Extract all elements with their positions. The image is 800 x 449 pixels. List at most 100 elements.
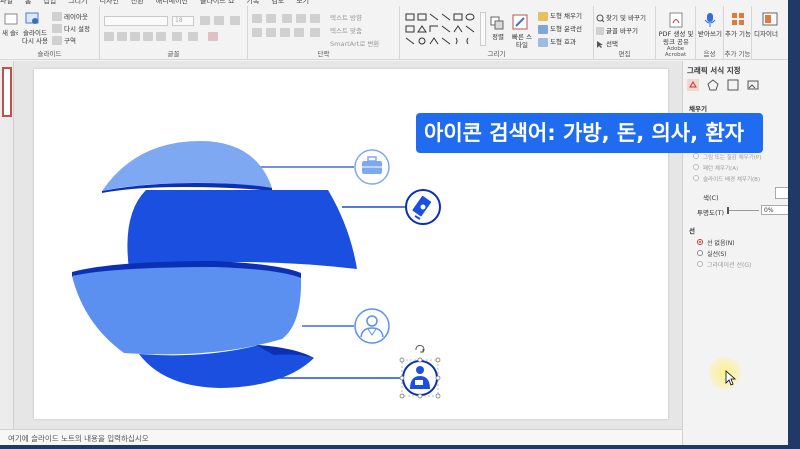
fill-option-pattern-radio[interactable]	[693, 164, 699, 170]
dictate-label[interactable]: 받아쓰기	[696, 30, 724, 38]
shape-outline-icon[interactable]	[538, 25, 548, 34]
doctor-icon[interactable]	[354, 308, 390, 344]
shapes-scroll[interactable]	[480, 12, 486, 46]
bold-icon[interactable]	[104, 32, 114, 41]
menu-tab[interactable]: 보기	[296, 0, 309, 5]
quick-styles-icon[interactable]	[512, 14, 528, 30]
arrange-label[interactable]: 정렬	[492, 33, 504, 41]
create-pdf-label[interactable]: PDF 생성 및 링크 공유	[656, 30, 696, 46]
fill-option-pattern[interactable]: 패턴 채우기(A)	[703, 164, 738, 172]
line-none-radio[interactable]	[697, 239, 703, 245]
fill-option-background-radio[interactable]	[693, 175, 699, 181]
notes-placeholder[interactable]: 여기에 슬라이드 노트의 내용을 입력하십시오	[8, 433, 149, 444]
align-text-button[interactable]: 텍스트 맞춤	[330, 27, 362, 35]
reset-label[interactable]: 다시 설정	[64, 25, 90, 33]
menu-tab[interactable]: 그리기	[68, 0, 87, 5]
columns-icon[interactable]	[310, 28, 320, 37]
line-spacing-icon[interactable]	[310, 14, 320, 23]
align-center-icon[interactable]	[266, 28, 276, 37]
align-right-icon[interactable]	[280, 28, 290, 37]
increase-indent-icon[interactable]	[296, 14, 306, 23]
decrease-indent-icon[interactable]	[282, 14, 292, 23]
new-slide-label[interactable]: 새 슬라이드	[2, 29, 18, 37]
grow-font-icon[interactable]	[200, 16, 210, 25]
menu-tab[interactable]: 검토	[271, 0, 284, 5]
menu-tab[interactable]: 기록	[246, 0, 259, 5]
menu-tab[interactable]: 홈	[25, 0, 31, 5]
menu-tab[interactable]: 애니메이션	[156, 0, 188, 5]
numbering-icon[interactable]	[266, 14, 276, 23]
shape-fill-icon[interactable]	[538, 12, 548, 21]
line-section-header[interactable]: 선	[689, 225, 695, 235]
fill-option-background[interactable]: 슬라이드 배경 채우기(B)	[703, 175, 760, 183]
font-color-icon[interactable]	[208, 32, 218, 41]
section-icon[interactable]	[52, 36, 62, 45]
font-name-combo[interactable]	[104, 16, 168, 26]
color-picker-button[interactable]	[775, 187, 788, 199]
shape-effects-icon[interactable]	[538, 38, 548, 47]
transparency-slider-thumb[interactable]	[727, 207, 729, 214]
line-gradient-label[interactable]: 그라데이션 선(G)	[707, 260, 751, 269]
menu-tab[interactable]: 디자인	[100, 0, 119, 5]
arrange-icon[interactable]	[490, 16, 504, 30]
italic-icon[interactable]	[117, 32, 127, 41]
clear-format-icon[interactable]	[230, 16, 240, 25]
text-direction-button[interactable]: 텍스트 방향	[330, 14, 362, 22]
menu-tab[interactable]: 슬라이드 쇼	[200, 0, 234, 5]
size-position-icon[interactable]	[727, 79, 739, 91]
transparency-slider[interactable]	[729, 210, 759, 211]
strike-icon[interactable]	[143, 32, 153, 41]
shrink-font-icon[interactable]	[214, 16, 224, 25]
designer-label[interactable]: 디자이너	[754, 30, 778, 38]
section-label[interactable]: 구역	[64, 37, 76, 45]
quick-styles-label[interactable]: 빠른 스타일	[510, 33, 534, 49]
smartart-button[interactable]: SmartArt로 변환	[330, 40, 379, 48]
bullets-icon[interactable]	[252, 14, 262, 23]
transparency-input[interactable]: 0%	[761, 205, 788, 215]
find-icon[interactable]	[596, 14, 605, 23]
shape-fill-label[interactable]: 도형 채우기	[550, 12, 582, 20]
align-left-icon[interactable]	[252, 28, 262, 37]
addins-label[interactable]: 추가 기능	[724, 30, 752, 38]
fill-option-picture-radio[interactable]	[693, 153, 699, 159]
pdf-icon[interactable]	[668, 12, 684, 28]
sphere-slice-middle[interactable]	[72, 267, 302, 355]
reuse-slide-icon[interactable]	[24, 12, 40, 26]
menu-tab[interactable]: 전환	[131, 0, 144, 5]
money-icon[interactable]	[405, 189, 441, 225]
reset-icon[interactable]	[52, 24, 62, 33]
fill-section-header[interactable]: 채우기	[689, 103, 707, 113]
notes-pane[interactable]: 여기에 슬라이드 노트의 내용을 입력하십시오	[0, 429, 682, 445]
shape-outline-label[interactable]: 도형 윤곽선	[550, 25, 582, 33]
patient-icon[interactable]	[402, 360, 438, 396]
find-label[interactable]: 찾기 및 바꾸기	[606, 14, 646, 22]
case-icon[interactable]	[188, 32, 198, 41]
font-size-combo[interactable]: 18	[172, 16, 194, 26]
replace-label[interactable]: 글꼴 바꾸기	[606, 27, 638, 35]
slide-thumbnail-strip[interactable]	[0, 61, 14, 429]
line-solid-radio[interactable]	[697, 250, 703, 256]
layout-icon[interactable]	[52, 12, 62, 21]
menu-tab[interactable]: 파일	[0, 0, 13, 5]
microphone-icon[interactable]	[704, 12, 716, 28]
select-label[interactable]: 선택	[606, 40, 618, 48]
justify-icon[interactable]	[294, 28, 304, 37]
underline-icon[interactable]	[130, 32, 140, 41]
layout-label[interactable]: 레이아웃	[64, 13, 88, 21]
menu-tab[interactable]: 삽입	[43, 0, 56, 5]
designer-icon[interactable]	[762, 12, 778, 26]
reuse-slide-label[interactable]: 슬라이드 다시 사용	[20, 29, 50, 45]
line-solid-label[interactable]: 실선(S)	[707, 249, 727, 258]
selected-slide-thumbnail[interactable]	[2, 67, 12, 117]
line-gradient-radio[interactable]	[697, 261, 703, 267]
effects-icon[interactable]	[707, 79, 719, 91]
shapes-gallery-icon[interactable]	[404, 12, 478, 52]
replace-icon[interactable]	[596, 27, 604, 35]
line-none-label[interactable]: 선 없음(N)	[707, 238, 735, 247]
new-slide-icon[interactable]	[4, 12, 18, 26]
picture-icon[interactable]	[747, 79, 759, 91]
addins-icon[interactable]	[731, 12, 745, 26]
shape-effects-label[interactable]: 도형 효과	[550, 38, 576, 46]
shadow-icon[interactable]	[156, 32, 166, 41]
sphere-slice-upper[interactable]	[127, 190, 357, 269]
